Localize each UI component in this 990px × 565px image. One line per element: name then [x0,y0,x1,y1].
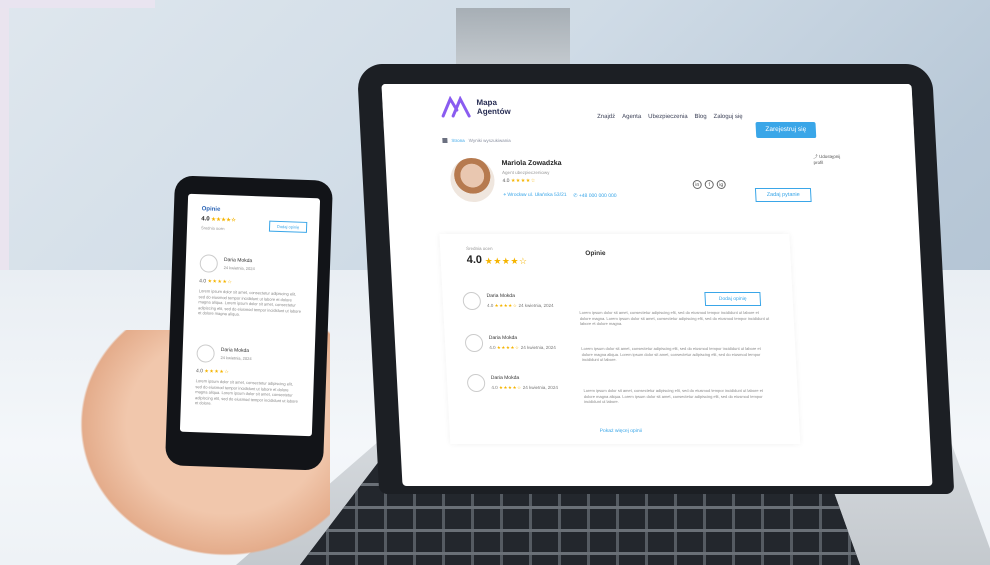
review-meta: 4.0 ★★★★☆ 24 kwietnia, 2024 [491,385,558,391]
nav-item-agenta[interactable]: Agenta [622,114,641,120]
nav-item-ubezpieczenia[interactable]: Ubezpieczenia [648,114,688,120]
share-profile-link[interactable]: ⤴ Udostępnij profil [813,154,846,165]
breadcrumb-current: Wyniki wyszukiwania [468,138,511,143]
average-score: 4.0 [466,254,483,266]
register-button[interactable]: Zarejestruj się [755,122,817,138]
average-score-label: Średnia ocen [465,246,493,251]
laptop-screen: Mapa Agentów Znajdź Agenta Ubezpieczenia… [381,84,933,486]
agent-phone-link[interactable]: ✆ +48 000 000 000 [573,193,617,199]
show-more-reviews-link[interactable]: Pokaż więcej opinii [599,428,642,434]
phone-score: 4.0 ★★★★☆ [201,216,236,223]
reviewer-name: Daria Mokda [223,257,253,265]
review-date: 24 kwietnia, 2024 [520,345,556,350]
nav-item-blog[interactable]: Blog [694,114,706,120]
reviewer-avatar [196,344,215,363]
site-logo[interactable]: Mapa Agentów [440,96,517,118]
reviewer-name: Daria Mokda [486,293,516,299]
reviewer-name: Daria Mokda [220,347,250,354]
star-rating-icon: ★★★★☆ [204,368,230,376]
review-rating: 4.0 [491,385,498,390]
phone-reviews-title: Opinie [201,206,221,213]
reviewer-name: Daria Mokda [488,335,518,341]
star-rating-icon: ★★★★☆ [496,345,520,350]
background-lamp [456,8,570,68]
phone-screen: Opinie 4.0 ★★★★☆ Średnia ocen Dodaj opin… [179,193,321,437]
review-rating-value: 4.0 [195,368,204,375]
agent-name: Mariola Zowadzka [501,160,562,167]
agent-profile-card: Mariola Zowadzka Agent ubezpieczeniowy 4… [440,150,849,214]
review-rating-value: 4.0 [199,278,207,285]
instagram-icon[interactable]: ig [716,180,726,189]
reviewer-avatar [199,254,219,273]
review-item: Daria Mokda 4.0 ★★★★☆ 24 kwietnia, 2024 … [466,374,789,414]
reviewer-avatar [466,374,486,392]
review-date: 24 kwietnia, 2024 [522,385,559,390]
agent-address: Wrocław ul. Ułańska 53/21 [507,192,567,198]
review-date: 24 kwietnia, 2024 [223,265,255,272]
facebook-icon[interactable]: f [704,180,714,189]
social-links: in f ig [692,180,726,189]
review-text: Lorem ipsum dolor sit amet, consectetur … [579,310,770,326]
review-meta: 4.0 ★★★★☆ 24 kwietnia, 2024 [487,303,554,309]
star-rating-icon: ★★★★☆ [207,278,233,286]
review-meta: 4.0 ★★★★☆ 24 kwietnia, 2024 [489,345,556,351]
average-star-icon: ★★★★☆ [484,256,528,266]
review-text: Lorem ipsum dolor sit amet, consectetur … [583,388,764,404]
star-rating-icon: ★★★★☆ [211,216,237,224]
review-rating: 4.0 [489,345,496,350]
phone-score-value: 4.0 [201,216,210,223]
reviews-panel: Średnia ocen 4.0 ★★★★☆ Opinie Dodaj opin… [439,234,801,444]
review-date: 24 kwietnia, 2024 [518,303,554,308]
agent-rating: 4.0 ★★★★☆ [502,178,536,184]
ask-question-button[interactable]: Zadaj pytanie [754,188,812,202]
logo-icon [441,96,471,118]
review-rating: 4.0 ★★★★☆ [199,278,232,285]
agent-rating-value: 4.0 [502,178,510,184]
agent-role: Agent ubezpieczeniowy [501,170,550,175]
agent-avatar [449,158,496,202]
home-icon[interactable] [442,138,448,143]
frame-tab [0,0,155,8]
review-date: 24 kwietnia, 2024 [220,354,252,362]
linkedin-icon[interactable]: in [692,180,702,189]
review-rating: 4.0 ★★★★☆ [196,368,229,375]
star-rating-icon: ★★★★☆ [494,303,518,308]
phone-review-item: Daria Mokda 24 kwietnia, 2024 4.0 ★★★★☆ … [194,344,307,436]
main-nav: Znajdź Agenta Ubezpieczenia Blog Zaloguj… [597,114,743,120]
reviewer-avatar [464,334,484,352]
review-text: Lorem ipsum dolor sit amet, consectetur … [194,378,298,406]
review-item: Daria Mokda 4.0 ★★★★☆ 24 kwietnia, 2024 … [462,292,784,332]
agent-phone: +48 000 000 000 [578,193,617,199]
star-rating-icon: ★★★★☆ [498,385,522,390]
site-header: Mapa Agentów Znajdź Agenta Ubezpieczenia… [381,84,914,132]
review-item: Daria Mokda 4.0 ★★★★☆ 24 kwietnia, 2024 … [464,334,787,374]
review-text: Lorem ipsum dolor sit amet, consectetur … [197,288,302,317]
review-text: Lorem ipsum dolor sit amet, consectetur … [581,346,761,362]
breadcrumb: Strona Wyniki wyszukiwania [442,138,511,143]
reviewer-name: Daria Mokda [490,375,520,381]
reviewer-avatar [462,292,482,310]
phone-review-item: Daria Mokda 24 kwietnia, 2024 4.0 ★★★★☆ … [197,254,310,348]
phone-score-label: Średnia ocen [200,225,225,232]
agent-address-link[interactable]: ⌖ Wrocław ul. Ułańska 53/21 [503,192,567,198]
share-label: Udostępnij profil [813,154,841,165]
logo-text: Mapa Agentów [476,98,511,116]
nav-item-znajdz[interactable]: Znajdź [597,114,615,120]
nav-item-login[interactable]: Zaloguj się [713,114,742,120]
breadcrumb-link[interactable]: Strona [451,138,465,143]
review-rating: 4.0 [486,303,494,308]
reviews-title: Opinie [585,250,606,257]
star-rating-icon: ★★★★☆ [510,178,536,184]
phone-add-review-button[interactable]: Dodaj opinię [268,220,308,233]
